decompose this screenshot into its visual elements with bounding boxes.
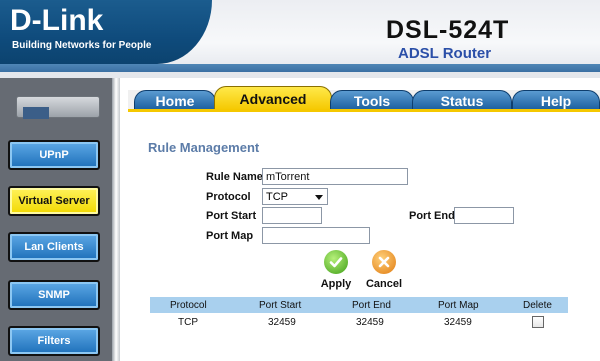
protocol-selected-value: TCP (266, 190, 288, 203)
apply-button[interactable]: Apply (320, 250, 352, 290)
delete-checkbox[interactable] (532, 316, 544, 328)
sidebar-item-virtual-server[interactable]: Virtual Server (8, 186, 100, 216)
column-header-port-start: Port Start (259, 300, 302, 311)
section-title: Rule Management (148, 140, 260, 155)
checkmark-icon (324, 250, 348, 274)
tab-tools[interactable]: Tools (330, 90, 414, 110)
tab-help[interactable]: Help (512, 90, 600, 110)
column-header-port-end: Port End (352, 300, 391, 311)
cell-port-map: 32459 (444, 317, 472, 328)
sidebar-item-upnp[interactable]: UPnP (8, 140, 100, 170)
column-header-delete: Delete (523, 300, 552, 311)
sidebar-item-snmp[interactable]: SNMP (8, 280, 100, 310)
port-start-input[interactable] (262, 207, 322, 224)
cancel-button[interactable]: Cancel (366, 250, 402, 290)
sidebar-item-filters[interactable]: Filters (8, 326, 100, 356)
chevron-down-icon (315, 195, 323, 200)
port-end-label: Port End (409, 210, 455, 222)
port-end-input[interactable] (454, 207, 514, 224)
cell-port-end: 32459 (356, 317, 384, 328)
tab-home[interactable]: Home (134, 90, 216, 110)
close-icon (372, 250, 396, 274)
logo-tagline: Building Networks for People (12, 40, 152, 51)
logo-brand: D-Link (10, 4, 104, 37)
tab-underline (128, 109, 600, 112)
cell-protocol: TCP (178, 317, 198, 328)
router-device-image (12, 90, 102, 124)
tab-advanced[interactable]: Advanced (214, 86, 332, 110)
rule-name-label: Rule Name (206, 171, 263, 183)
column-header-protocol: Protocol (170, 300, 207, 311)
protocol-select[interactable]: TCP (262, 188, 328, 205)
protocol-label: Protocol (206, 191, 251, 203)
dlink-logo: D-Link Building Networks for People (0, 0, 212, 64)
port-start-label: Port Start (206, 210, 257, 222)
cancel-label: Cancel (365, 278, 403, 290)
cell-port-start: 32459 (268, 317, 296, 328)
sidebar-edge (112, 78, 120, 361)
rule-name-input[interactable] (262, 168, 408, 185)
tab-status[interactable]: Status (412, 90, 512, 110)
apply-label: Apply (320, 278, 352, 290)
port-map-input[interactable] (262, 227, 370, 244)
sidebar-item-lan-clients[interactable]: Lan Clients (8, 232, 100, 262)
model-name: DSL-524T (386, 16, 510, 44)
model-subtitle: ADSL Router (398, 45, 492, 62)
column-header-port-map: Port Map (438, 300, 479, 311)
page-header: D-Link Building Networks for People DSL-… (0, 0, 600, 78)
port-map-label: Port Map (206, 230, 254, 242)
